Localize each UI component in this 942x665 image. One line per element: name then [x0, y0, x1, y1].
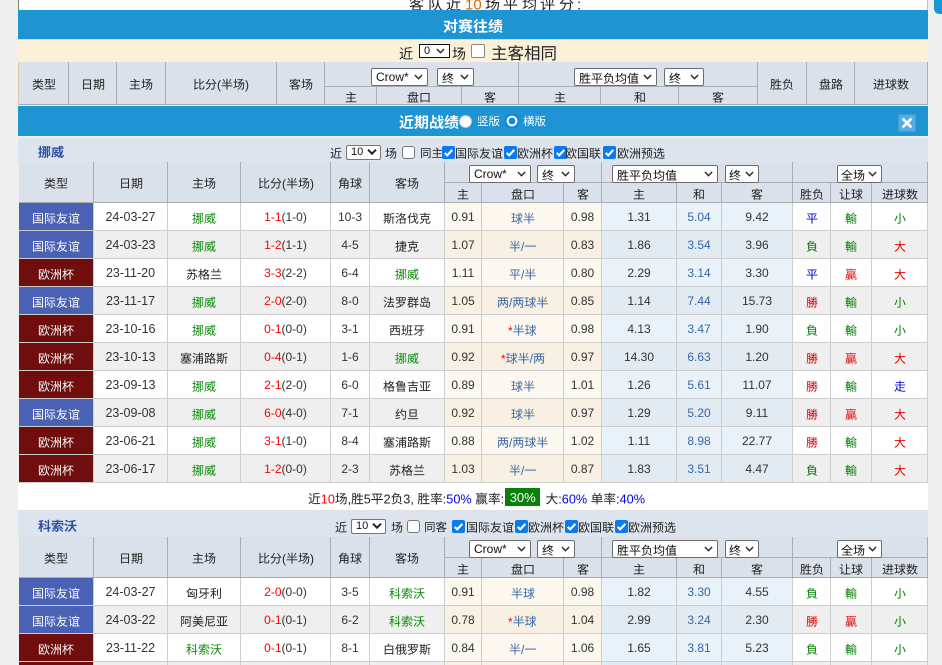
svg-text:2: 2	[384, 492, 391, 506]
svg-text:/: /	[521, 463, 525, 477]
svg-text::: :	[558, 492, 562, 506]
svg-text:5: 5	[364, 492, 371, 506]
svg-text:50%: 50%	[446, 492, 471, 506]
svg-text:10: 10	[321, 492, 335, 506]
svg-text:): )	[309, 552, 313, 566]
svg-text:/: /	[509, 435, 513, 449]
svg-text:3,: 3,	[403, 492, 417, 506]
svg-text:*: *	[508, 614, 513, 628]
svg-text:*: *	[508, 323, 513, 337]
svg-text:,: ,	[348, 492, 352, 506]
svg-text:): )	[245, 78, 249, 92]
svg-text:/: /	[521, 642, 525, 656]
svg-text::: :	[616, 492, 620, 506]
svg-text:/: /	[521, 267, 525, 281]
svg-text:(: (	[281, 552, 285, 566]
svg-text:/: /	[529, 351, 533, 365]
svg-text:(: (	[217, 78, 221, 92]
svg-text::: :	[501, 492, 505, 506]
svg-text:/: /	[521, 239, 525, 253]
svg-text::: :	[443, 492, 447, 506]
svg-text:40%: 40%	[620, 492, 645, 506]
svg-text:(: (	[281, 177, 285, 191]
svg-text:): )	[309, 177, 313, 191]
svg-text:/: /	[509, 295, 513, 309]
svg-text:60%: 60%	[562, 492, 587, 506]
svg-text:*: *	[501, 351, 506, 365]
